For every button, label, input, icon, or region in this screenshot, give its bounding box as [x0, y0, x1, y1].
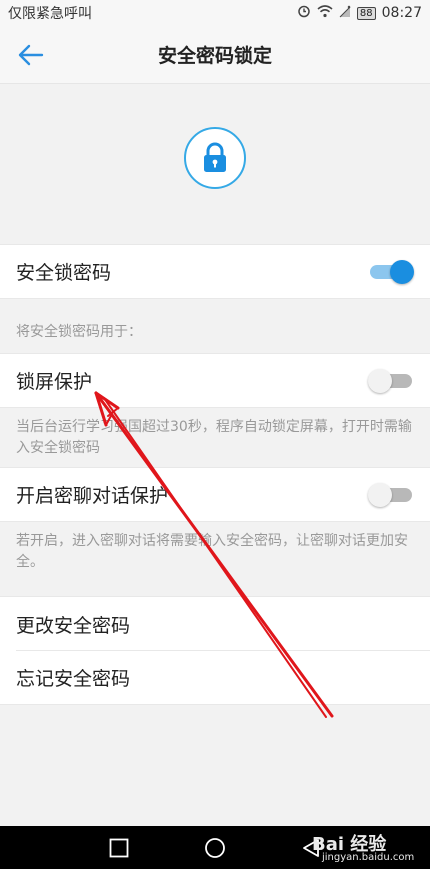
lock-badge: [184, 127, 246, 189]
change-password-label: 更改安全密码: [16, 614, 131, 637]
back-button[interactable]: [12, 38, 48, 72]
battery-indicator: 88: [356, 6, 376, 20]
change-password-row[interactable]: 更改安全密码: [0, 596, 430, 651]
circle-icon: [205, 838, 225, 858]
section-caption: 将安全锁密码用于：: [16, 324, 142, 340]
forgot-password-label: 忘记安全密码: [16, 668, 131, 690]
secret-chat-label: 开启密聊对话保护: [16, 485, 169, 507]
page-title: 安全密码锁定: [157, 45, 272, 67]
watermark-url: jingyan.baidu.com: [322, 852, 415, 863]
home-button[interactable]: [204, 837, 226, 859]
lock-screen-label: 锁屏保护: [16, 371, 93, 393]
secret-chat-toggle[interactable]: [368, 482, 414, 508]
security-lock-toggle[interactable]: [368, 259, 414, 285]
status-icons: 88 08:27: [297, 4, 422, 22]
security-lock-label: 安全锁密码: [16, 262, 112, 284]
back-arrow-icon: [18, 44, 44, 66]
secret-chat-hint: 若开启，进入密聊对话将需要输入安全密码，让密聊对话更加安全。: [16, 533, 408, 570]
forgot-password-row[interactable]: 忘记安全密码: [0, 651, 430, 705]
alarm-icon: [297, 4, 311, 22]
baidu-jingyan-watermark: Bai 经验 jingyan.baidu.com: [300, 826, 428, 869]
lock-illustration-area: [0, 84, 430, 244]
status-bar: 仅限紧急呼叫 88 08:27: [0, 0, 430, 26]
lock-icon: [204, 142, 226, 172]
recent-apps-button[interactable]: [108, 837, 130, 859]
lock-screen-row[interactable]: 锁屏保护: [0, 353, 430, 408]
signal-icon: [339, 5, 351, 22]
app-header: 安全密码锁定: [0, 26, 430, 84]
lock-screen-hint: 当后台运行学习强国超过30秒，程序自动锁定屏幕，打开时需输入安全锁密码: [16, 419, 412, 456]
lock-screen-toggle[interactable]: [368, 368, 414, 394]
secret-chat-row[interactable]: 开启密聊对话保护: [0, 467, 430, 522]
square-icon: [109, 838, 129, 858]
clock: 08:27: [381, 5, 422, 21]
carrier-text: 仅限紧急呼叫: [8, 6, 92, 22]
security-lock-row[interactable]: 安全锁密码: [0, 244, 430, 299]
wifi-icon: [317, 4, 333, 22]
